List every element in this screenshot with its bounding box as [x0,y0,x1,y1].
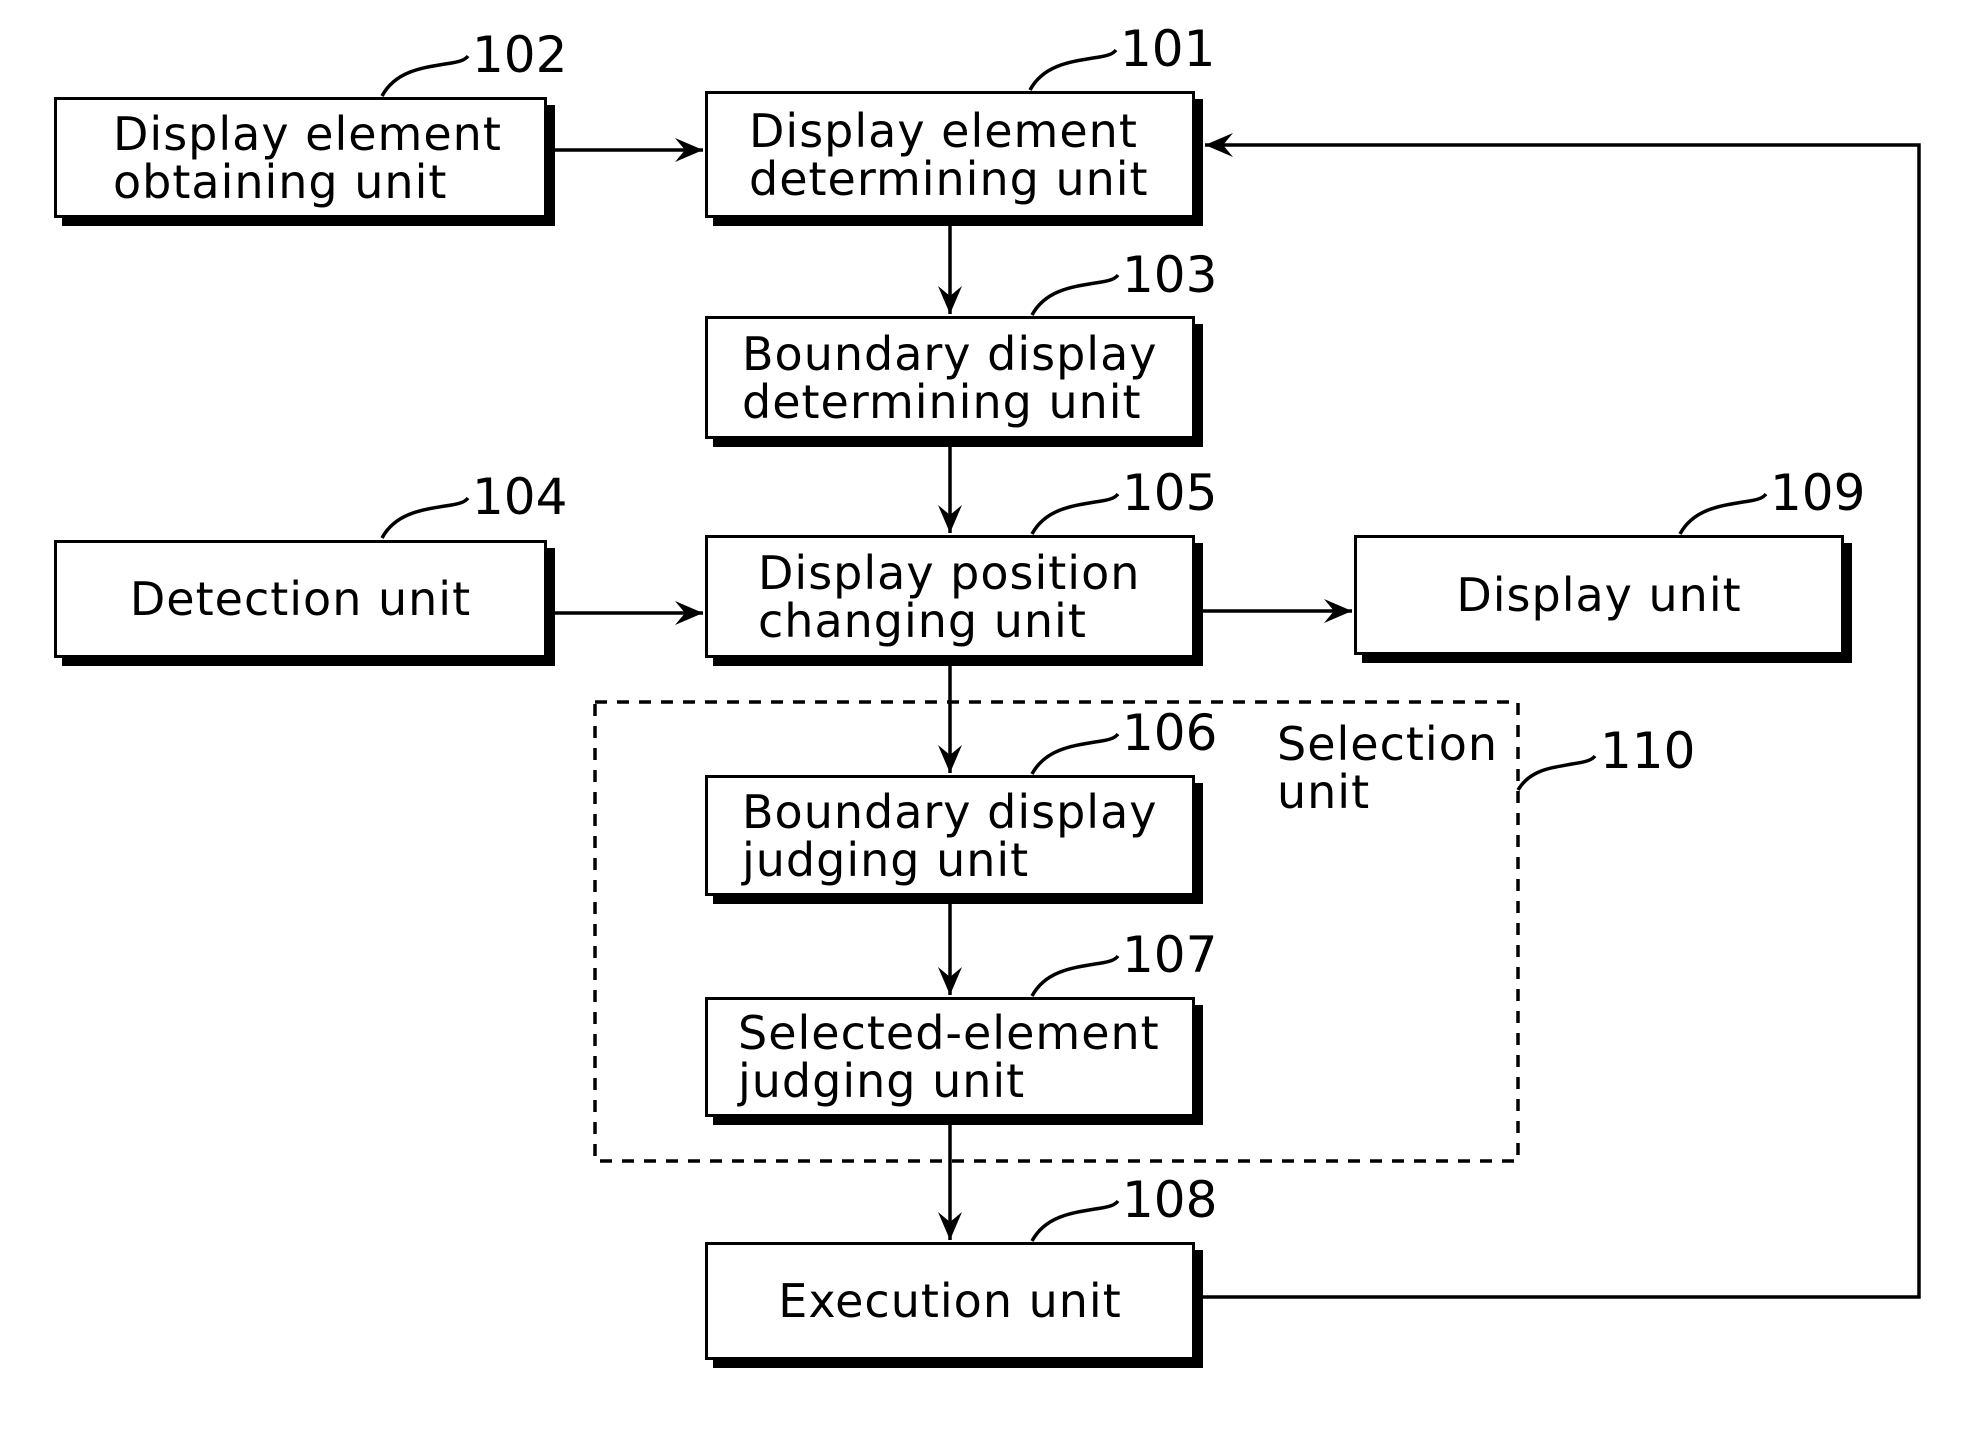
display-position-changing-unit-block: Display position changing unit [705,535,1195,658]
leader-105 [1030,492,1120,535]
display-element-determining-unit-block: Display element determining unit [705,91,1195,218]
block-label-line2: changing unit [758,593,1087,648]
block-label-line1: Display position [758,545,1141,600]
display-unit-block: Display unit [1354,535,1844,655]
leader-101 [1028,48,1118,91]
leader-108 [1030,1199,1120,1242]
ref-108: 108 [1122,1171,1218,1229]
leader-110 [1516,754,1597,791]
selected-element-judging-unit-block: Selected-element judging unit [705,997,1195,1117]
ref-107: 107 [1122,926,1218,984]
block-label-line2: determining unit [749,151,1149,206]
block-label-line2: determining unit [742,374,1142,429]
ref-101: 101 [1120,20,1216,78]
block-label-line1: Selected-element [738,1006,1160,1060]
detection-unit-block: Detection unit [54,540,547,658]
ref-104: 104 [472,468,568,526]
block-label-line2: judging unit [738,1054,1026,1108]
ref-106: 106 [1122,704,1218,762]
block-label-line2: judging unit [742,832,1030,887]
selection-unit-label: Selection unit [1277,720,1498,816]
group-label-line1: Selection [1277,717,1498,771]
block-label-line1: Display unit [1456,568,1742,622]
leader-104 [380,496,470,539]
execution-unit-block: Execution unit [705,1242,1195,1360]
ref-102: 102 [472,26,568,84]
ref-103: 103 [1122,246,1218,304]
boundary-display-judging-unit-block: Boundary display judging unit [705,775,1195,896]
ref-105: 105 [1122,464,1218,522]
ref-109: 109 [1770,464,1866,522]
leader-109 [1678,492,1768,535]
boundary-display-determining-unit-block: Boundary display determining unit [705,316,1195,439]
leader-102 [380,54,470,97]
group-label-line2: unit [1277,765,1371,819]
leader-106 [1030,732,1120,775]
block-label-line1: Display element [749,103,1138,158]
block-label-line1: Boundary display [742,326,1158,381]
block-label-line2: obtaining unit [113,154,448,209]
display-element-obtaining-unit-block: Display element obtaining unit [54,97,547,218]
block-label-line1: Boundary display [742,784,1158,839]
block-label-line1: Detection unit [129,572,472,626]
ref-110: 110 [1600,722,1696,780]
block-label-line1: Display element [113,106,502,161]
leader-107 [1030,954,1120,997]
block-label-line1: Execution unit [778,1274,1122,1328]
leader-103 [1030,273,1120,316]
